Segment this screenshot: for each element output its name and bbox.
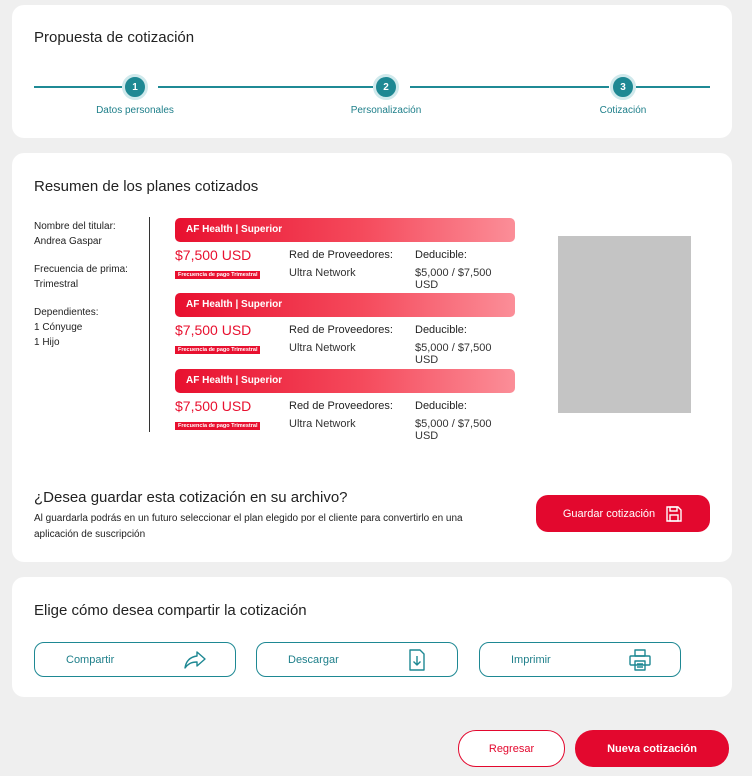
step-line — [636, 86, 710, 88]
share-button[interactable]: Compartir — [34, 642, 236, 677]
new-quote-button[interactable]: Nueva cotización — [575, 730, 729, 767]
plan-network-label: Red de Proveedores: — [289, 249, 393, 261]
download-button[interactable]: Descargar — [256, 642, 458, 677]
stepper-card: Propuesta de cotización 1 2 3 Datos pers… — [12, 5, 732, 138]
plan-deductible-label: Deducible: — [415, 324, 467, 336]
plan-card[interactable]: AF Health | Superior $7,500 USD Frecuenc… — [175, 293, 515, 366]
step-1-label: Datos personales — [96, 105, 174, 116]
plan-network-value: Ultra Network — [289, 267, 356, 279]
save-title: ¿Desea guardar esta cotización en su arc… — [34, 489, 348, 506]
save-quote-label: Guardar cotización — [562, 507, 656, 520]
plan-network-value: Ultra Network — [289, 342, 356, 354]
holder-label: Nombre del titular: — [34, 221, 116, 232]
summary-card: Resumen de los planes cotizados Nombre d… — [12, 153, 732, 562]
summary-title: Resumen de los planes cotizados — [34, 178, 259, 195]
plan-deductible-value: $5,000 / $7,500 USD — [415, 342, 492, 366]
step-2-label: Personalización — [350, 105, 422, 116]
share-card: Elige cómo desea compartir la cotización… — [12, 577, 732, 697]
download-icon — [409, 649, 425, 671]
save-quote-button[interactable]: Guardar cotización — [536, 495, 710, 532]
plan-frequency-badge: Frecuencia de pago Trimestral — [175, 422, 261, 430]
dependent-item: 1 Cónyuge — [34, 322, 83, 333]
summary-divider — [149, 217, 150, 432]
step-2-indicator[interactable]: 2 — [373, 74, 399, 100]
plan-card[interactable]: AF Health | Superior $7,500 USD Frecuenc… — [175, 218, 515, 291]
save-icon — [666, 505, 682, 522]
back-button[interactable]: Regresar — [458, 730, 565, 767]
plan-name: AF Health | Superior — [175, 293, 515, 317]
plan-price: $7,500 USD — [175, 247, 252, 263]
plan-network-label: Red de Proveedores: — [289, 324, 393, 336]
save-description: Al guardarla podrás en un futuro selecci… — [34, 513, 463, 540]
plan-deductible-label: Deducible: — [415, 249, 467, 261]
dependents-label: Dependientes: — [34, 307, 99, 318]
step-3-indicator[interactable]: 3 — [610, 74, 636, 100]
plan-price: $7,500 USD — [175, 322, 252, 338]
share-label: Compartir — [66, 654, 115, 666]
plan-name: AF Health | Superior — [175, 218, 515, 242]
print-button[interactable]: Imprimir — [479, 642, 681, 677]
page-title: Propuesta de cotización — [34, 29, 195, 46]
step-line — [158, 86, 373, 88]
step-line — [410, 86, 609, 88]
download-label: Descargar — [288, 654, 339, 666]
dependent-item: 1 Hijo — [34, 337, 60, 348]
plan-image-placeholder — [558, 236, 691, 413]
plan-name: AF Health | Superior — [175, 369, 515, 393]
plan-frequency-badge: Frecuencia de pago Trimestral — [175, 271, 261, 279]
plan-network-label: Red de Proveedores: — [289, 400, 393, 412]
plan-price: $7,500 USD — [175, 398, 252, 414]
plan-deductible-value: $5,000 / $7,500 USD — [415, 418, 492, 442]
frequency-value: Trimestral — [34, 279, 79, 290]
plan-deductible-label: Deducible: — [415, 400, 467, 412]
share-icon — [184, 651, 206, 669]
frequency-label: Frecuencia de prima: — [34, 264, 128, 275]
share-title: Elige cómo desea compartir la cotización — [34, 602, 307, 619]
print-label: Imprimir — [511, 654, 551, 666]
plan-network-value: Ultra Network — [289, 418, 356, 430]
step-1-indicator[interactable]: 1 — [122, 74, 148, 100]
print-icon — [629, 649, 651, 671]
step-3-label: Cotización — [599, 105, 647, 116]
plan-deductible-value: $5,000 / $7,500 USD — [415, 267, 492, 291]
plan-card[interactable]: AF Health | Superior $7,500 USD Frecuenc… — [175, 369, 515, 442]
holder-value: Andrea Gaspar — [34, 236, 102, 247]
step-line — [34, 86, 122, 88]
plan-frequency-badge: Frecuencia de pago Trimestral — [175, 346, 261, 354]
